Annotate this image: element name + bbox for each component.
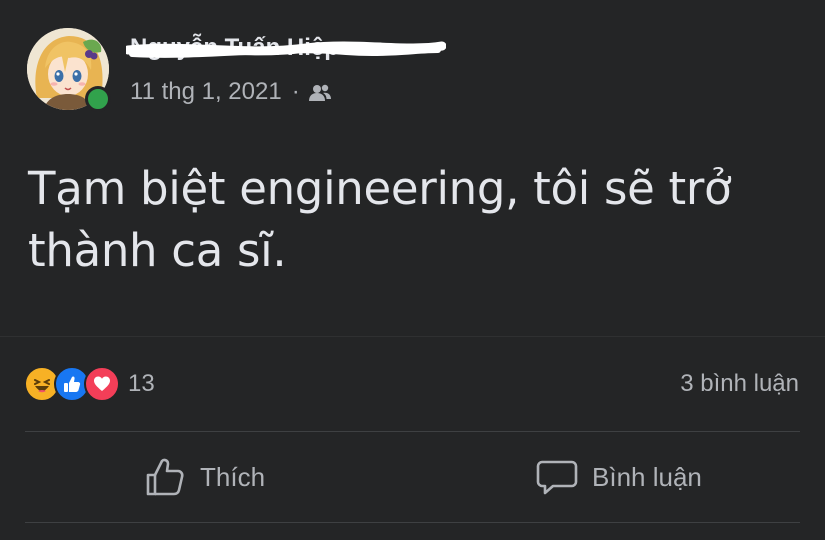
actions-divider-bottom [25, 522, 800, 523]
post-date[interactable]: 11 thg 1, 2021 [130, 78, 282, 106]
like-button-label: Thích [200, 461, 266, 492]
author-avatar[interactable] [27, 28, 111, 112]
post-text: Tạm biệt engineering, tôi sẽ trở thành c… [28, 162, 732, 277]
online-status-indicator [85, 86, 111, 112]
thumbs-up-icon [146, 458, 184, 496]
actions-divider-top [25, 431, 800, 432]
comment-button[interactable]: Bình luận [536, 452, 702, 502]
post-meta: 11 thg 1, 2021 · [130, 78, 332, 106]
post-card: Nguyễn Tuấn Hiệp 11 thg 1, 2021 · Tạm bi… [0, 0, 825, 540]
comment-button-label: Bình luận [592, 461, 702, 492]
author-name-area[interactable]: Nguyễn Tuấn Hiệp [126, 30, 450, 62]
comment-bubble-icon [536, 460, 578, 495]
reactions-summary[interactable]: 13 [24, 366, 155, 402]
meta-separator: · [291, 78, 300, 105]
content-divider [0, 336, 825, 337]
author-name[interactable]: Nguyễn Tuấn Hiệp [130, 34, 339, 62]
comments-count[interactable]: 3 bình luận [680, 370, 799, 398]
friends-icon[interactable] [308, 82, 332, 102]
love-reaction-icon [84, 366, 120, 402]
reaction-count[interactable]: 13 [128, 370, 155, 398]
like-button[interactable]: Thích [144, 452, 265, 502]
